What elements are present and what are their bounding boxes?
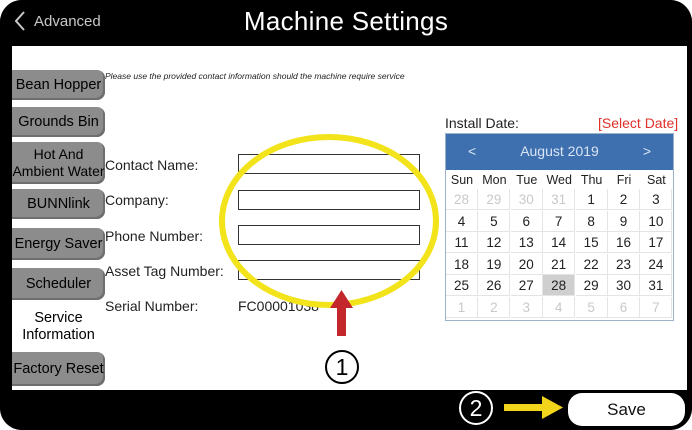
calendar-day[interactable]: 3 [640, 189, 673, 210]
calendar-day[interactable]: 23 [608, 253, 640, 275]
calendar-day[interactable]: 1 [446, 296, 478, 318]
tab-factory-reset[interactable]: Factory Reset [12, 352, 105, 386]
top-bar: Advanced Machine Settings [0, 0, 692, 46]
select-date-link[interactable]: [Select Date] [598, 115, 678, 131]
calendar-day[interactable]: 2 [608, 189, 640, 210]
tab-service-information[interactable]: Service Information [12, 305, 105, 349]
install-date-calendar: < August 2019 > Sun Mon Tue Wed Thu Fri Sat 28 2… [445, 133, 674, 321]
page-title: Machine Settings [243, 6, 449, 36]
weekday-label: Mon [482, 173, 507, 187]
phone-number-label: Phone Number: [105, 228, 204, 244]
phone-number-field[interactable] [238, 225, 420, 245]
weekday-label: Sun [450, 173, 474, 187]
tab-bean-hopper[interactable]: Bean Hopper [12, 70, 105, 100]
tab-grounds-bin[interactable]: Grounds Bin [12, 107, 105, 137]
calendar-day[interactable]: 7 [543, 210, 576, 232]
weekday-label: Tue [516, 173, 538, 187]
calendar-day[interactable]: 20 [510, 253, 543, 275]
calendar-day[interactable]: 4 [446, 210, 478, 232]
calendar-day[interactable]: 31 [543, 189, 576, 210]
calendar-header: < August 2019 > [446, 134, 673, 170]
calendar-day[interactable]: 30 [608, 275, 640, 296]
calendar-day[interactable]: 18 [446, 253, 478, 275]
calendar-day[interactable]: 17 [640, 232, 673, 253]
weekday-label: Wed [546, 173, 572, 187]
calendar-day[interactable]: 7 [640, 296, 673, 318]
calendar-day[interactable]: 10 [640, 210, 673, 232]
save-button[interactable]: Save [568, 393, 685, 426]
tab-hot-and-ambient-water[interactable]: Hot And Ambient Water [12, 142, 105, 184]
calendar-day[interactable]: 24 [640, 253, 673, 275]
calendar-day[interactable]: 29 [575, 275, 608, 296]
calendar-day[interactable]: 25 [446, 275, 478, 296]
calendar-day[interactable]: 6 [608, 296, 640, 318]
contact-name-field[interactable] [238, 154, 420, 174]
calendar-day[interactable]: 1 [575, 189, 608, 210]
company-field[interactable] [238, 190, 420, 210]
install-date-label: Install Date: [445, 115, 519, 131]
weekday-label: Thu [580, 173, 603, 187]
asset-tag-label: Asset Tag Number: [105, 263, 224, 279]
serial-number-value: FC00001038 [238, 298, 319, 314]
calendar-day[interactable]: 14 [543, 232, 576, 253]
calendar-day[interactable]: 19 [478, 253, 511, 275]
calendar-day[interactable]: 31 [640, 275, 673, 296]
calendar-month-label: August 2019 [520, 143, 599, 159]
sidebar: Bean Hopper Grounds Bin Hot And Ambient … [12, 46, 105, 390]
calendar-day[interactable]: 22 [575, 253, 608, 275]
calendar-day[interactable]: 6 [510, 210, 543, 232]
calendar-day[interactable]: 28 [543, 275, 576, 296]
calendar-day[interactable]: 4 [543, 296, 576, 318]
weekday-label: Sat [647, 173, 666, 187]
calendar-day[interactable]: 15 [575, 232, 608, 253]
calendar-day[interactable]: 12 [478, 232, 511, 253]
service-note: Please use the provided contact informat… [105, 71, 405, 81]
contact-name-label: Contact Name: [105, 157, 199, 173]
calendar-day[interactable]: 2 [478, 296, 511, 318]
calendar-day[interactable]: 3 [510, 296, 543, 318]
step-2-marker: 2 [459, 391, 493, 425]
calendar-day[interactable]: 26 [478, 275, 511, 296]
calendar-day[interactable]: 29 [478, 189, 511, 210]
weekday-label: Fri [616, 173, 632, 187]
next-month-button[interactable]: > [643, 143, 651, 159]
calendar-day[interactable]: 5 [478, 210, 511, 232]
step-1-marker: 1 [325, 350, 359, 384]
tab-scheduler[interactable]: Scheduler [12, 268, 105, 300]
calendar-day[interactable]: 5 [575, 296, 608, 318]
tab-energy-saver[interactable]: Energy Saver [12, 228, 105, 260]
serial-number-label: Serial Number: [105, 298, 199, 314]
company-label: Company: [105, 192, 169, 208]
calendar-day[interactable]: 16 [608, 232, 640, 253]
calendar-day[interactable]: 9 [608, 210, 640, 232]
calendar-day[interactable]: 27 [510, 275, 543, 296]
asset-tag-field[interactable] [238, 260, 420, 280]
calendar-day[interactable]: 13 [510, 232, 543, 253]
calendar-day[interactable]: 8 [575, 210, 608, 232]
tab-bunnlink[interactable]: BUNNlink [12, 189, 105, 219]
calendar-day[interactable]: 28 [446, 189, 478, 210]
calendar-day[interactable]: 11 [446, 232, 478, 253]
calendar-day[interactable]: 30 [510, 189, 543, 210]
calendar-day[interactable]: 21 [543, 253, 576, 275]
